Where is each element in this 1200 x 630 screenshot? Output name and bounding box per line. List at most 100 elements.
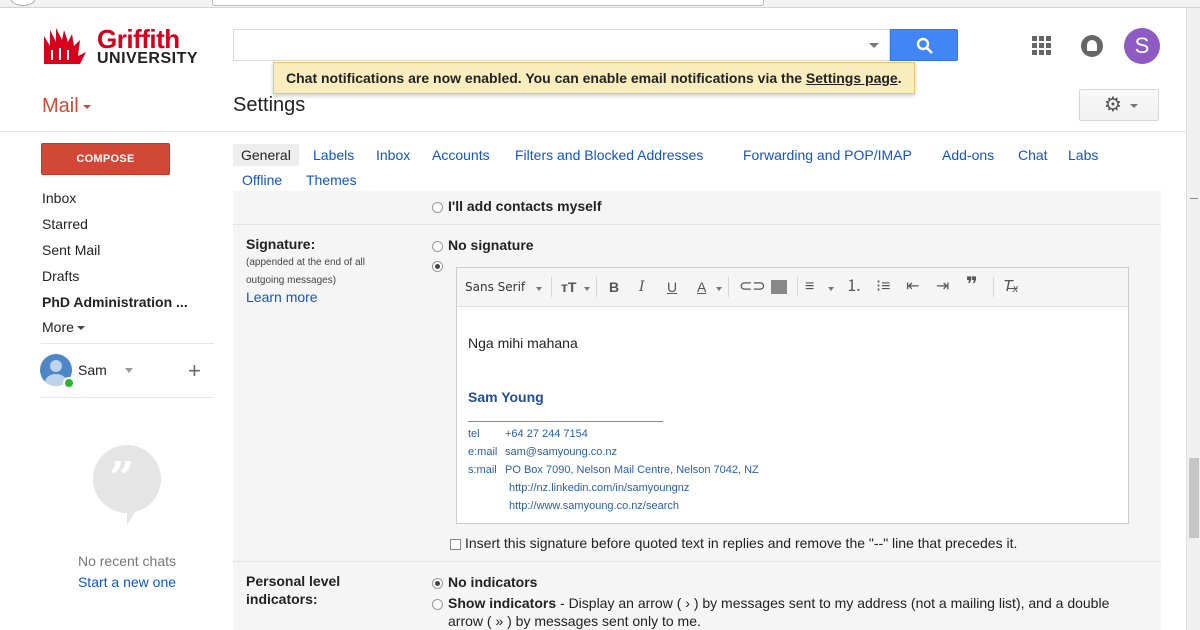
link-icon[interactable]: ⊂⊃: [739, 279, 766, 295]
compose-button[interactable]: COMPOSE: [41, 143, 170, 175]
insert-image-icon[interactable]: [771, 280, 787, 294]
show-indicators-line: Show indicators - Display an arrow ( › )…: [448, 595, 1109, 611]
start-new-chat-link[interactable]: Start a new one: [42, 574, 212, 590]
header-divider: [0, 131, 1186, 132]
nav-more-label: More: [42, 319, 74, 335]
signature-website-link[interactable]: http://www.samyoung.co.nz/search: [509, 500, 679, 512]
nav-more[interactable]: More: [42, 319, 85, 335]
align-chevron-down-icon[interactable]: [828, 287, 834, 291]
tab-general[interactable]: General: [233, 144, 299, 166]
numbered-list-icon[interactable]: ⒈: [846, 279, 862, 295]
add-chat-plus-icon[interactable]: +: [188, 360, 201, 382]
tab-labs[interactable]: Labs: [1068, 147, 1098, 163]
browser-toolbar: [0, 0, 1200, 8]
indent-less-icon[interactable]: ⇤: [906, 279, 919, 295]
signature-email-value[interactable]: sam@samyoung.co.nz: [505, 446, 617, 458]
search-icon: [916, 37, 933, 54]
formatting-toolbar: Sans Serif тT B I U A ⊂⊃ ≡ ⒈ ⁝≡ ⇤ ⇥ ❞ T̶…: [457, 268, 1128, 307]
text-color-icon[interactable]: A: [697, 280, 706, 294]
custom-signature-radio[interactable]: [432, 261, 443, 272]
nav-drafts[interactable]: Drafts: [42, 268, 79, 284]
settings-gear-button[interactable]: ⚙: [1079, 89, 1159, 121]
indicators-heading-1: Personal level: [246, 573, 341, 589]
nav-phd-administration[interactable]: PhD Administration ...: [42, 294, 188, 310]
tab-accounts[interactable]: Accounts: [432, 147, 490, 163]
bulleted-list-icon[interactable]: ⁝≡: [876, 279, 890, 295]
indent-more-icon[interactable]: ⇥: [936, 279, 949, 295]
indicators-heading-2: indicators:: [246, 591, 318, 607]
bold-icon[interactable]: B: [609, 280, 619, 294]
page-scrollbar[interactable]: [1186, 8, 1200, 630]
tab-labels[interactable]: Labels: [313, 147, 354, 163]
toast-text: Chat notifications are now enabled. You …: [286, 70, 806, 86]
logo-text-university: UNIVERSITY: [97, 50, 199, 67]
size-chevron-down-icon[interactable]: [584, 287, 590, 291]
toast-end: .: [897, 70, 902, 86]
scrollbar-thumb[interactable]: [1189, 458, 1199, 538]
scrollbar-marker: [1190, 198, 1198, 206]
signature-tel-value: +64 27 244 7154: [505, 428, 588, 440]
no-indicators-radio[interactable]: [432, 578, 443, 589]
signature-heading: Signature:: [246, 236, 316, 252]
nav-starred[interactable]: Starred: [42, 216, 88, 232]
show-indicators-desc-1: - Display an arrow ( › ) by messages sen…: [556, 595, 1110, 611]
no-signature-radio[interactable]: [432, 241, 443, 252]
nav-sent-mail[interactable]: Sent Mail: [42, 242, 100, 258]
nav-divider: [41, 343, 214, 344]
chat-divider: [41, 397, 214, 398]
mail-switcher[interactable]: Mail: [42, 95, 91, 118]
show-indicators-radio[interactable]: [432, 599, 443, 610]
signature-rule: [468, 421, 663, 422]
tab-filters[interactable]: Filters and Blocked Addresses: [515, 147, 703, 163]
settings-page-link[interactable]: Settings page: [806, 70, 898, 86]
contacts-manual-radio[interactable]: [432, 202, 443, 213]
show-indicators-label: Show indicators: [448, 595, 557, 611]
font-chevron-down-icon[interactable]: [536, 287, 542, 291]
remove-formatting-icon[interactable]: T̶ₓ: [1003, 279, 1019, 295]
notifications-bell-icon[interactable]: [1081, 35, 1103, 57]
insert-signature-before-label: Insert this signature before quoted text…: [465, 535, 1018, 551]
account-avatar[interactable]: S: [1124, 28, 1160, 64]
tab-themes[interactable]: Themes: [306, 172, 357, 188]
signature-email-label: e:mail: [468, 446, 498, 458]
color-chevron-down-icon[interactable]: [716, 287, 722, 291]
search-options-chevron-down-icon[interactable]: [869, 43, 879, 48]
learn-more-link[interactable]: Learn more: [246, 289, 318, 305]
chat-notification-toast: Chat notifications are now enabled. You …: [273, 62, 915, 94]
row-divider: [233, 224, 1161, 225]
no-signature-label: No signature: [448, 237, 534, 253]
tab-chat[interactable]: Chat: [1018, 147, 1048, 163]
browser-address-bar[interactable]: [212, 0, 764, 6]
gear-chevron-down-icon: [1130, 104, 1138, 108]
align-icon[interactable]: ≡: [805, 279, 814, 295]
signature-note-1: (appended at the end of all: [246, 257, 365, 268]
mail-label: Mail: [42, 95, 79, 117]
font-size-icon[interactable]: тT: [561, 280, 576, 294]
signature-tel-label: tel: [468, 428, 480, 440]
browser-back-icon[interactable]: [10, 0, 36, 6]
tab-inbox[interactable]: Inbox: [376, 147, 410, 163]
font-family-select[interactable]: Sans Serif: [465, 280, 525, 294]
mail-chevron-down-icon: [82, 104, 91, 109]
signature-greeting: Nga mihi mahana: [468, 335, 578, 351]
signature-smail-label: s:mail: [468, 464, 497, 476]
tab-add-ons[interactable]: Add-ons: [942, 147, 994, 163]
italic-icon[interactable]: I: [639, 280, 645, 294]
griffith-logo[interactable]: Griffith UNIVERSITY: [42, 24, 202, 68]
quote-icon[interactable]: ❞: [966, 275, 978, 295]
signature-smail-value: PO Box 7090, Nelson Mail Centre, Nelson …: [505, 464, 759, 476]
underline-icon[interactable]: U: [667, 280, 677, 294]
no-indicators-label: No indicators: [448, 574, 538, 590]
insert-signature-before-checkbox[interactable]: [450, 539, 461, 550]
tab-offline[interactable]: Offline: [242, 172, 282, 188]
apps-grid-icon[interactable]: [1032, 36, 1052, 56]
hangouts-user-name[interactable]: Sam: [78, 362, 107, 378]
nav-inbox[interactable]: Inbox: [42, 190, 76, 206]
row-divider: [233, 561, 1161, 562]
signature-linkedin-link[interactable]: http://nz.linkedin.com/in/samyoungnz: [509, 482, 689, 494]
tab-forwarding[interactable]: Forwarding and POP/IMAP: [743, 147, 912, 163]
search-button[interactable]: [890, 29, 958, 61]
search-input[interactable]: [233, 29, 890, 61]
user-status-chevron-down-icon[interactable]: [125, 368, 133, 373]
griffith-logo-mark-icon: [44, 28, 86, 64]
